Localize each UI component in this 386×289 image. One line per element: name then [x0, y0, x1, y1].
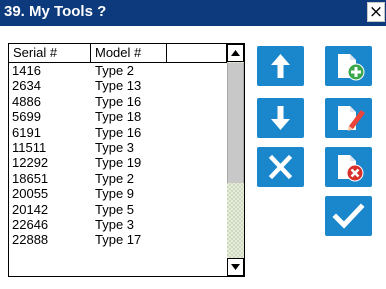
model-cell: Type 3 — [95, 216, 135, 232]
model-cell: Type 19 — [95, 155, 142, 171]
arrow-up-icon — [271, 54, 290, 78]
serial-cell: 1416 — [12, 63, 41, 78]
delete-button[interactable] — [257, 147, 304, 187]
title-bar: 39. My Tools ? × — [0, 0, 386, 26]
model-cell: Type 5 — [95, 201, 135, 217]
edit-tool-button[interactable] — [325, 98, 372, 138]
serial-cell: 6191 — [12, 124, 41, 140]
table-row[interactable]: 4886 Type 16 — [9, 94, 227, 109]
add-tool-button[interactable] — [325, 46, 372, 86]
column-header-empty — [167, 44, 227, 63]
table-row[interactable]: 1416 Type 2 — [9, 63, 227, 78]
serial-cell: 4886 — [12, 93, 41, 109]
serial-cell: 11511 — [12, 139, 47, 155]
scroll-up-button[interactable] — [227, 44, 244, 62]
model-cell: Type 9 — [95, 186, 135, 202]
move-down-button[interactable] — [257, 98, 304, 138]
model-cell: Type 18 — [95, 109, 142, 125]
scroll-down-button[interactable] — [227, 258, 244, 276]
move-up-button[interactable] — [257, 46, 304, 86]
model-cell: Type 3 — [95, 139, 135, 155]
serial-cell: 12292 — [12, 155, 49, 171]
table-row[interactable]: 6191 Type 16 — [9, 125, 227, 140]
column-header-model[interactable]: Model # — [91, 44, 167, 63]
model-cell: Type 2 — [95, 170, 135, 186]
checkmark-icon — [332, 203, 365, 229]
table-row[interactable]: 20142 Type 5 — [9, 202, 227, 217]
table-row[interactable]: 18651 Type 2 — [9, 171, 227, 186]
table-row[interactable]: 5699 Type 18 — [9, 109, 227, 124]
serial-cell: 18651 — [12, 170, 49, 186]
serial-cell: 5699 — [12, 109, 41, 125]
document-remove-icon — [338, 155, 364, 182]
table-row[interactable]: 12292 Type 19 — [9, 155, 227, 170]
tool-list[interactable]: Serial # Model # 1416 Type 2 2634 Type 13 … — [8, 43, 245, 277]
window-title: 39. My Tools ? — [4, 3, 107, 20]
serial-cell: 2634 — [12, 78, 41, 94]
vertical-scrollbar[interactable] — [227, 44, 244, 276]
x-icon — [268, 154, 293, 180]
column-header-serial[interactable]: Serial # — [9, 44, 91, 63]
table-row[interactable]: 11511 Type 3 — [9, 140, 227, 155]
document-plus-icon — [338, 54, 365, 81]
arrow-down-icon — [271, 106, 290, 130]
close-button[interactable]: × — [367, 2, 385, 22]
table-row[interactable]: 2634 Type 13 — [9, 78, 227, 93]
tool-rows: 1416 Type 2 2634 Type 13 4886 Type 16 5699 T… — [9, 63, 227, 248]
model-cell: Type 16 — [95, 124, 142, 140]
model-cell: Type 16 — [95, 93, 142, 109]
model-cell: Type 2 — [95, 63, 135, 78]
model-cell: Type 17 — [95, 232, 142, 248]
table-row[interactable]: 22646 Type 3 — [9, 217, 227, 232]
remove-tool-button[interactable] — [325, 147, 372, 187]
triangle-down-icon — [231, 264, 240, 270]
table-row[interactable]: 22888 Type 17 — [9, 232, 227, 247]
document-edit-icon — [338, 106, 365, 131]
confirm-button[interactable] — [325, 196, 372, 236]
triangle-up-icon — [231, 50, 240, 56]
table-row[interactable]: 20055 Type 9 — [9, 186, 227, 201]
serial-cell: 20055 — [12, 186, 49, 202]
serial-cell: 22888 — [12, 232, 49, 248]
scroll-thumb[interactable] — [227, 63, 244, 183]
serial-cell: 20142 — [12, 201, 49, 217]
serial-cell: 22646 — [12, 216, 49, 232]
model-cell: Type 13 — [95, 78, 142, 94]
